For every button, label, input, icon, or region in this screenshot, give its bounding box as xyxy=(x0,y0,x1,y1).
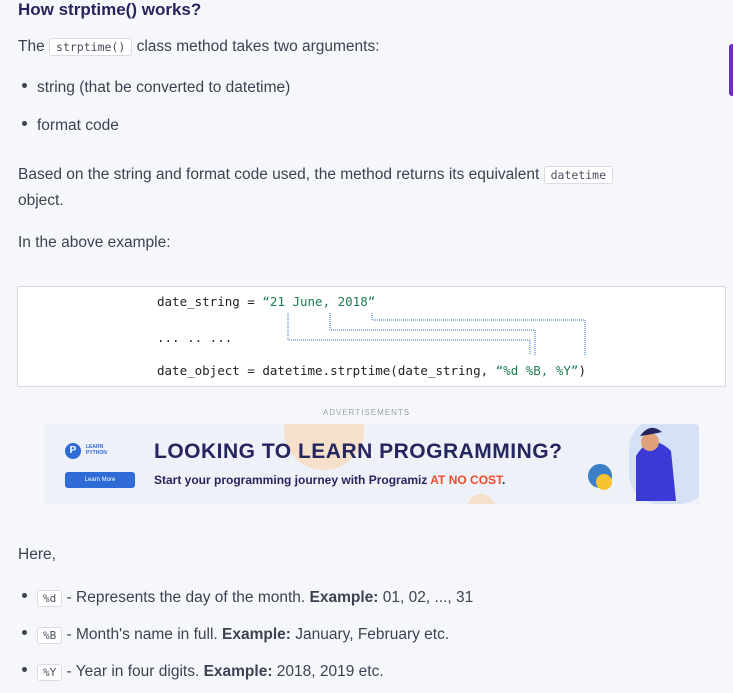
bullet-icon xyxy=(22,667,27,673)
side-feedback-tab[interactable] xyxy=(729,44,733,96)
list-item: %d - Represents the day of the month. Ex… xyxy=(22,585,473,612)
programiz-logo-icon: P xyxy=(65,443,81,459)
ad-label: ADVERTISEMENTS xyxy=(322,408,411,417)
ad-subtext: Start your programming journey with Prog… xyxy=(154,473,506,487)
returns-paragraph: Based on the string and format code used… xyxy=(18,162,698,214)
inline-code-datetime: datetime xyxy=(543,166,613,184)
section-heading: How strptime() works? xyxy=(18,0,202,19)
ad-decoration xyxy=(284,424,699,504)
list-item: string (that be converted to datetime) xyxy=(22,75,290,101)
directive-code: %Y xyxy=(37,664,63,681)
here-text: Here, xyxy=(18,546,56,563)
code-diagram: date_string = “21 June, 2018” ... .. ...… xyxy=(17,286,726,387)
bullet-icon xyxy=(22,121,27,127)
list-item: %Y - Year in four digits. Example: 2018,… xyxy=(22,659,384,686)
list-item: format code xyxy=(22,113,119,139)
inline-code-strptime: strptime() xyxy=(49,38,133,56)
mapping-connectors xyxy=(287,313,586,355)
example-intro: In the above example: xyxy=(18,234,171,251)
bullet-icon xyxy=(22,83,27,89)
code-image: date_string = “21 June, 2018” ... .. ...… xyxy=(149,290,593,382)
bullet-icon xyxy=(22,593,27,599)
ad-headline: LOOKING TO LEARN PROGRAMMING? xyxy=(154,440,563,463)
ad-banner[interactable]: P LEARN PYTHON Learn More LOOKING TO LEAR… xyxy=(44,424,699,504)
directive-code: %d xyxy=(37,590,63,607)
list-item: %B - Month's name in full. Example: Janu… xyxy=(22,622,449,649)
bullet-icon xyxy=(22,630,27,636)
intro-paragraph: The strptime() class method takes two ar… xyxy=(18,38,380,56)
directive-code: %B xyxy=(37,627,63,644)
ad-logo-text: LEARN PYTHON xyxy=(86,444,107,456)
ad-learn-more-button[interactable]: Learn More xyxy=(65,472,135,488)
